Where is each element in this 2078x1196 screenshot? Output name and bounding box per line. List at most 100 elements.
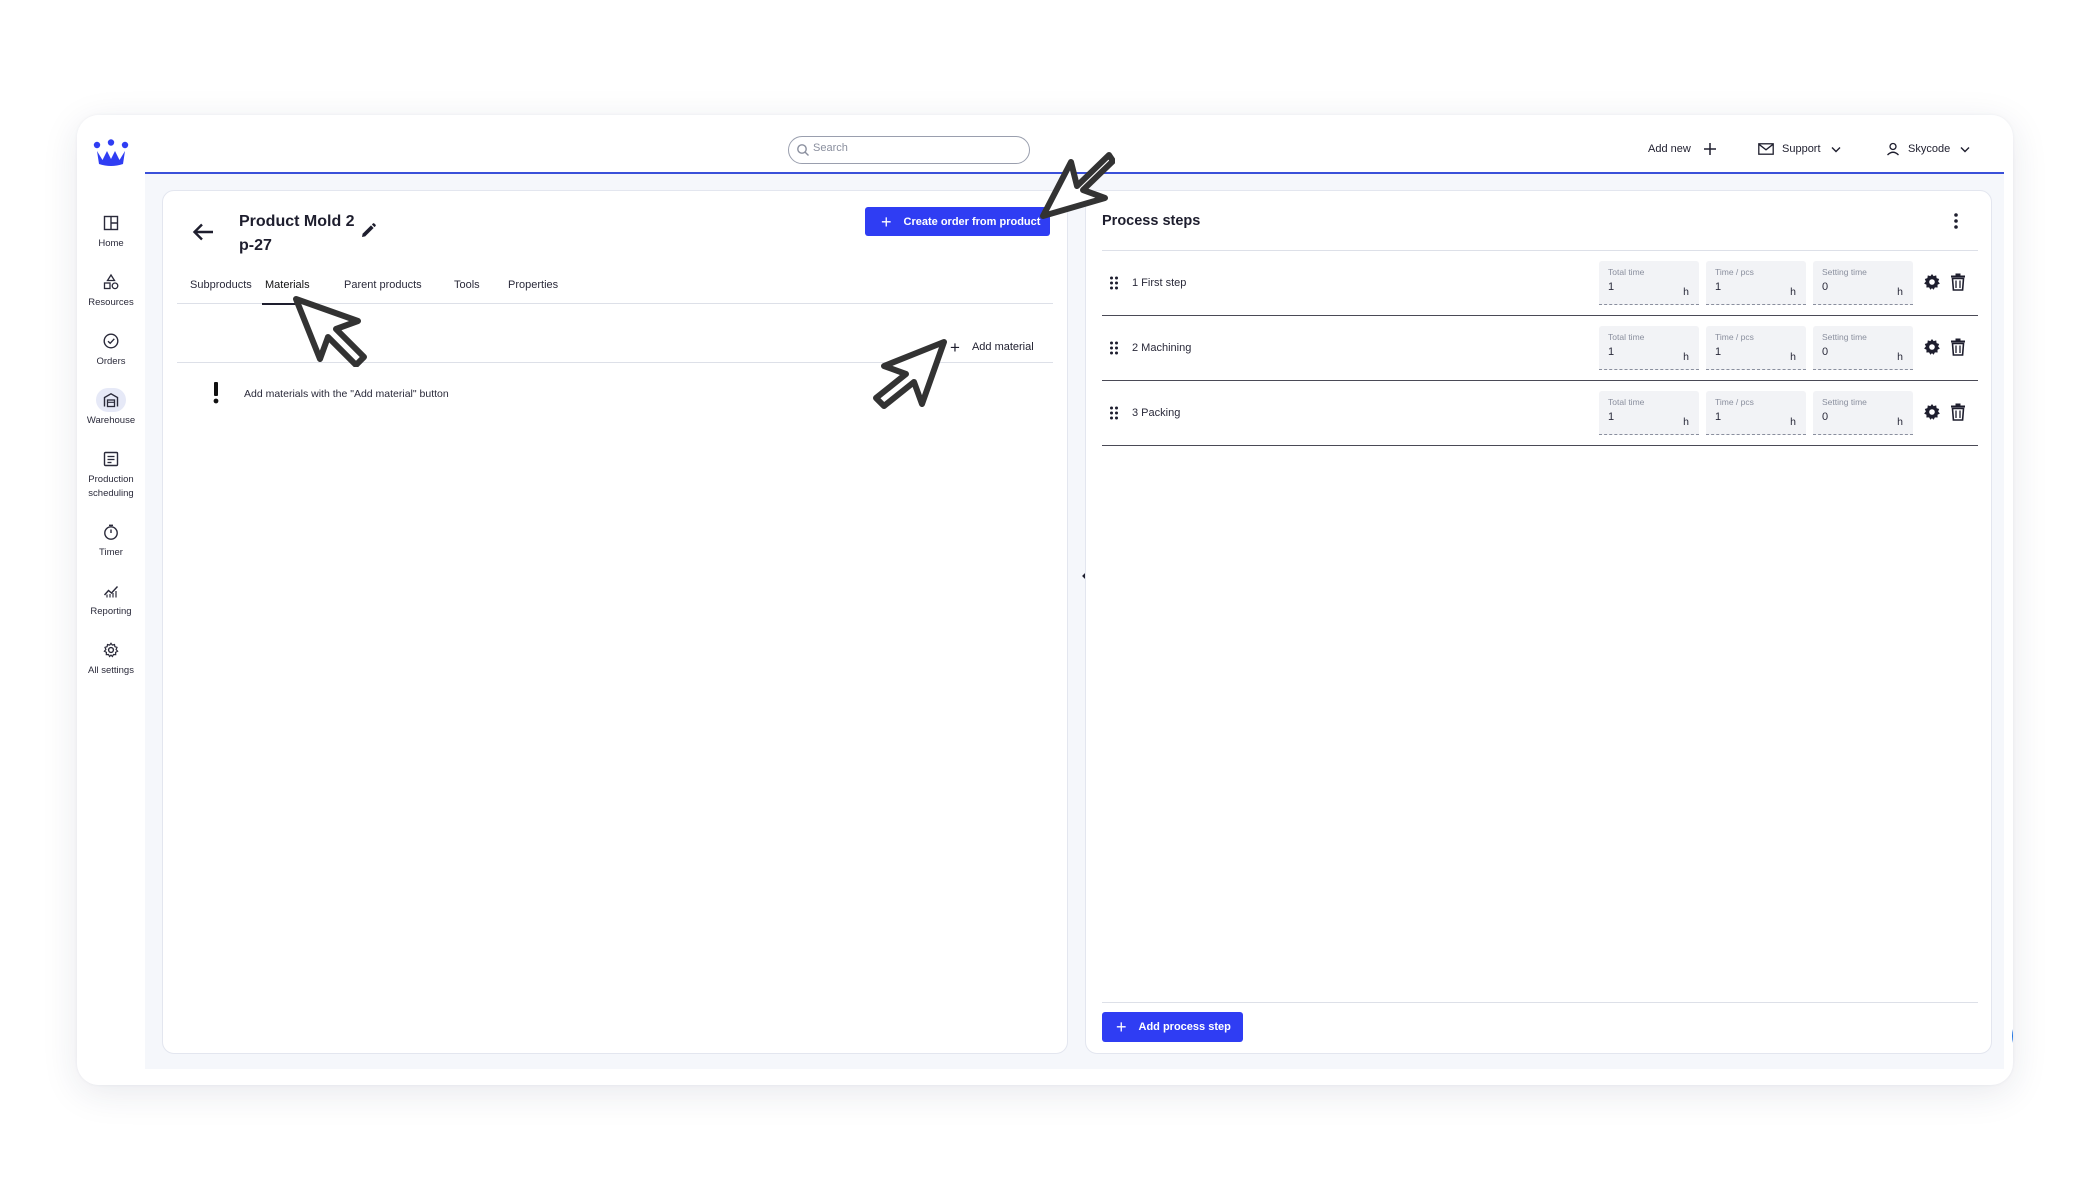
sidebar-item-all-settings[interactable]: All settings (77, 638, 145, 678)
product-tabs: Subproducts Materials Parent products To… (177, 265, 1053, 305)
back-arrow-icon[interactable] (191, 219, 217, 245)
field-label: Time / pcs (1715, 332, 1754, 342)
field-label: Setting time (1822, 267, 1867, 277)
sidebar: Home Resources Orders Warehouse Producti (77, 115, 145, 1085)
setting-time-field[interactable]: Setting time 0 h (1813, 391, 1913, 435)
setting-time-field[interactable]: Setting time 0 h (1813, 261, 1913, 305)
check-circle-icon (96, 329, 126, 353)
sidebar-item-orders[interactable]: Orders (77, 329, 145, 369)
product-title: Product Mold 2 (239, 213, 355, 230)
add-process-step-button[interactable]: + Add process step (1102, 1012, 1243, 1042)
more-vertical-icon[interactable] (1948, 210, 1964, 232)
topbar: Add new Support Skycode (145, 115, 2004, 174)
field-label: Total time (1608, 332, 1645, 342)
sidebar-item-timer[interactable]: Timer (77, 520, 145, 560)
field-label: Total time (1608, 267, 1645, 277)
process-step-row: 3 Packing Total time 1 h Time / pcs 1 h … (1102, 381, 1978, 446)
total-time-field[interactable]: Total time 1 h (1599, 391, 1699, 435)
plus-icon: + (950, 337, 960, 357)
user-name: Skycode (1908, 143, 1951, 155)
unit-label: h (1683, 416, 1689, 428)
field-value: 1 (1715, 411, 1722, 423)
gear-icon[interactable] (1923, 273, 1941, 291)
sidebar-item-label: Orders (96, 356, 126, 367)
unit-label: h (1790, 286, 1796, 298)
sidebar-item-reporting[interactable]: Reporting (77, 579, 145, 619)
add-new-button[interactable]: Add new (1648, 139, 1717, 159)
field-label: Time / pcs (1715, 267, 1754, 277)
step-name: 2 Machining (1132, 342, 1192, 354)
tab-parent-products[interactable]: Parent products (344, 279, 422, 291)
trash-icon[interactable] (1950, 273, 1966, 291)
chevron-down-icon (1960, 146, 1970, 152)
add-material-button[interactable]: + Add material (950, 338, 1034, 356)
trash-icon[interactable] (1950, 403, 1966, 421)
gear-icon (96, 638, 126, 662)
search-input[interactable] (813, 142, 1013, 154)
plus-icon: + (1116, 1017, 1127, 1037)
drag-handle-icon[interactable] (1109, 341, 1119, 355)
crown-logo-icon[interactable] (93, 139, 129, 167)
chevron-down-icon (1831, 146, 1841, 152)
process-steps-card: Process steps 1 First step Total time 1 … (1085, 190, 1992, 1054)
create-order-from-product-button[interactable]: + Create order from product (865, 207, 1050, 236)
create-order-label: Create order from product (903, 215, 1041, 228)
search-box[interactable] (788, 136, 1030, 164)
user-menu[interactable]: Skycode (1886, 139, 1970, 159)
setting-time-field[interactable]: Setting time 0 h (1813, 326, 1913, 370)
exclamation-icon (213, 382, 219, 404)
layout-icon (96, 211, 126, 235)
process-step-row: 1 First step Total time 1 h Time / pcs 1… (1102, 251, 1978, 316)
tab-properties[interactable]: Properties (508, 279, 558, 291)
sidebar-item-label: Warehouse (86, 415, 136, 426)
field-value: 1 (1715, 281, 1722, 293)
time-per-pcs-field[interactable]: Time / pcs 1 h (1706, 391, 1806, 435)
unit-label: h (1790, 351, 1796, 363)
sidebar-item-home[interactable]: Home (77, 211, 145, 251)
add-process-step-label: Add process step (1138, 1021, 1231, 1033)
total-time-field[interactable]: Total time 1 h (1599, 326, 1699, 370)
stopwatch-icon (96, 520, 126, 544)
sidebar-item-resources[interactable]: Resources (77, 270, 145, 310)
field-label: Setting time (1822, 397, 1867, 407)
drag-handle-icon[interactable] (1109, 276, 1119, 290)
sidebar-item-warehouse[interactable]: Warehouse (77, 388, 145, 428)
unit-label: h (1683, 286, 1689, 298)
search-icon (797, 144, 809, 156)
tab-tools[interactable]: Tools (454, 279, 480, 291)
pencil-icon[interactable] (359, 222, 377, 240)
field-label: Time / pcs (1715, 397, 1754, 407)
gear-icon[interactable] (1923, 403, 1941, 421)
product-card: Product Mold 2 p-27 + Create order from … (162, 190, 1068, 1054)
gear-icon[interactable] (1923, 338, 1941, 356)
sidebar-item-label: Reporting (90, 606, 132, 617)
tab-materials[interactable]: Materials (265, 279, 310, 291)
unit-label: h (1683, 351, 1689, 363)
divider (177, 362, 1053, 363)
schedule-icon (96, 447, 126, 471)
unit-label: h (1790, 416, 1796, 428)
chat-button[interactable] (2012, 1012, 2013, 1060)
add-material-label: Add material (971, 341, 1034, 353)
sidebar-item-label: Production scheduling (88, 474, 134, 499)
tab-subproducts[interactable]: Subproducts (190, 279, 252, 291)
time-per-pcs-field[interactable]: Time / pcs 1 h (1706, 261, 1806, 305)
time-per-pcs-field[interactable]: Time / pcs 1 h (1706, 326, 1806, 370)
drag-handle-icon[interactable] (1109, 406, 1119, 420)
support-menu[interactable]: Support (1758, 139, 1841, 159)
step-name: 3 Packing (1132, 407, 1181, 419)
sidebar-item-label: Resources (88, 297, 134, 308)
warehouse-icon (96, 388, 126, 412)
sidebar-item-label: Timer (99, 547, 123, 558)
mail-icon (1758, 143, 1774, 155)
total-time-field[interactable]: Total time 1 h (1599, 261, 1699, 305)
sidebar-item-label: Home (98, 238, 124, 249)
sidebar-item-production-scheduling[interactable]: Production scheduling (77, 447, 145, 501)
field-value: 1 (1608, 281, 1615, 293)
trash-icon[interactable] (1950, 338, 1966, 356)
user-icon (1887, 142, 1899, 156)
shapes-icon (96, 270, 126, 294)
add-new-label: Add new (1648, 143, 1691, 155)
field-value: 1 (1715, 346, 1722, 358)
step-name: 1 First step (1132, 277, 1187, 289)
